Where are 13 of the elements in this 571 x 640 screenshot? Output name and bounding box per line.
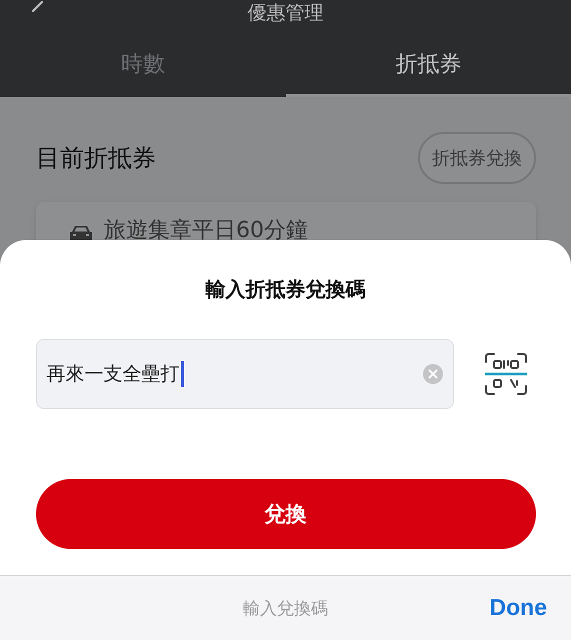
done-button[interactable]: Done [490, 594, 547, 621]
back-icon[interactable] [30, 0, 45, 13]
section-title: 目前折抵券 [36, 143, 156, 174]
redeem-button[interactable]: 折抵券兌換 [418, 132, 536, 184]
page-title: 優惠管理 [248, 2, 324, 24]
coupon-name: 旅遊集章平日60分鐘 [104, 218, 308, 244]
tab[interactable]: 折抵券 [286, 30, 571, 97]
tab[interactable]: 時數 [0, 30, 286, 97]
sheet-title: 輸入折抵券兌換碼 [206, 276, 366, 303]
toolbar-hint: 輸入兌換碼 [243, 598, 328, 620]
input-field[interactable]: 再來一支全壘打 [36, 339, 454, 409]
redeem-submit-button[interactable]: 兌換 [36, 479, 536, 549]
qr-scan-icon[interactable] [484, 352, 528, 396]
